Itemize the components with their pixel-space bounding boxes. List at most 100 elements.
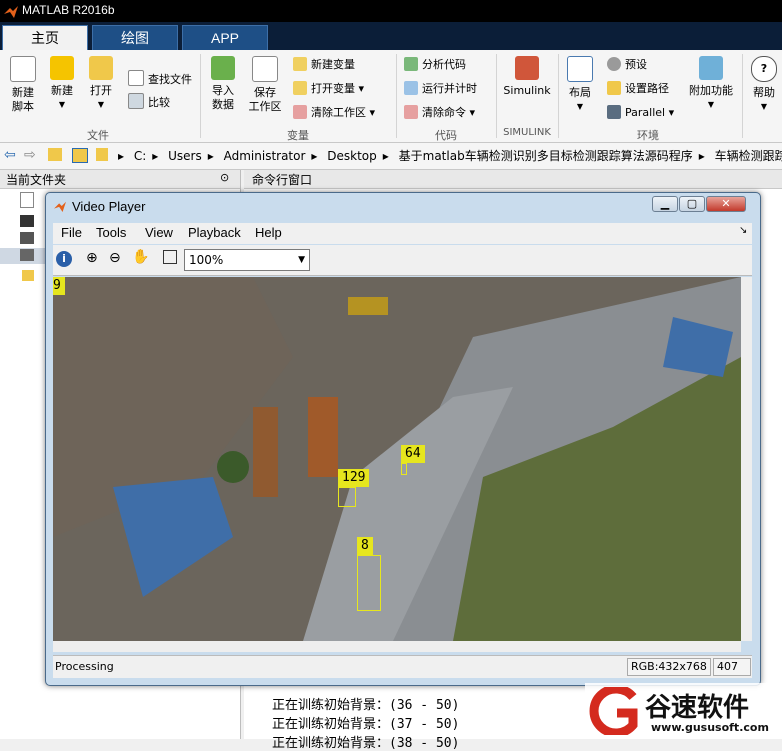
file-icon[interactable] <box>20 192 34 208</box>
breadcrumb-item[interactable]: Desktop <box>327 149 377 163</box>
breadcrumb-item[interactable]: Users <box>168 149 202 163</box>
pane-menu-icon[interactable]: ⊙ <box>220 171 229 184</box>
open-variable-button[interactable]: 打开变量 ▾ <box>293 80 364 98</box>
set-path-label: 设置路径 <box>625 82 669 95</box>
command-output-line: 正在训练初始背景：(37 - 50) <box>272 717 460 732</box>
breadcrumb-item[interactable]: 基于matlab车辆检测识别多目标检测跟踪算法源码程序 <box>399 149 693 163</box>
breadcrumb-item[interactable]: Administrator <box>224 149 306 163</box>
clear-workspace-icon <box>293 105 307 119</box>
import-data-button[interactable]: 导入 数据 <box>206 56 240 112</box>
video-player-menubar: File Tools View Playback Help ↘ <box>53 223 752 244</box>
image-file-icon <box>20 249 34 261</box>
dock-icon[interactable]: ↘ <box>739 225 747 236</box>
new-script-icon <box>10 56 36 82</box>
help-button[interactable]: ? 帮助 ▼ <box>748 56 780 114</box>
pan-hand-icon[interactable]: ✋ <box>132 249 149 265</box>
ribbon-toolbar: 新建 脚本 新建 ▼ 打开 ▼ 查找文件 比较 文件 导入 数据 保存 工作区 … <box>0 50 782 143</box>
run-and-time-label: 运行并计时 <box>422 82 477 95</box>
menu-file[interactable]: File <box>61 225 82 240</box>
section-code-label: 代码 <box>435 129 457 142</box>
parallel-button[interactable]: Parallel ▾ <box>607 104 674 122</box>
folder-icon[interactable] <box>22 270 34 281</box>
matlab-logo-icon <box>54 200 66 212</box>
new-button[interactable]: 新建 ▼ <box>46 56 78 112</box>
horizontal-scrollbar[interactable] <box>53 641 741 652</box>
run-and-time-button[interactable]: 运行并计时 <box>404 80 477 98</box>
save-workspace-button[interactable]: 保存 工作区 <box>246 56 284 114</box>
import-data-icon <box>211 56 235 80</box>
fit-to-window-icon[interactable] <box>163 250 177 264</box>
track-label: 9 <box>53 277 65 295</box>
gususoft-logo-icon <box>589 687 638 735</box>
analyze-code-button[interactable]: 分析代码 <box>404 56 466 74</box>
info-icon[interactable]: i <box>56 251 72 267</box>
minimize-button[interactable]: ▁ <box>652 196 678 212</box>
layout-button[interactable]: 布局 ▼ <box>564 56 596 114</box>
clear-workspace-button[interactable]: 清除工作区 ▾ <box>293 104 375 122</box>
track-label: 129 <box>338 469 370 487</box>
simulink-button[interactable]: Simulink <box>502 56 552 98</box>
tab-plots[interactable]: 绘图 <box>92 25 178 50</box>
help-icon: ? <box>751 56 777 82</box>
new-variable-button[interactable]: 新建变量 <box>293 56 355 74</box>
track-box <box>357 555 381 611</box>
new-variable-label: 新建变量 <box>311 58 355 71</box>
up-folder-icon[interactable] <box>48 148 62 161</box>
close-button[interactable]: ✕ <box>706 196 746 212</box>
simulink-icon <box>515 56 539 80</box>
tab-apps[interactable]: APP <box>182 25 268 50</box>
new-script-button[interactable]: 新建 脚本 <box>6 56 40 114</box>
simulink-label: Simulink <box>503 84 551 97</box>
set-path-icon <box>607 81 621 95</box>
menu-view[interactable]: View <box>145 225 173 240</box>
mp4-file-icon[interactable] <box>20 232 34 244</box>
breadcrumb-item[interactable]: 车辆检测跟踪 <box>715 149 782 163</box>
track-box <box>338 487 356 507</box>
menu-playback[interactable]: Playback <box>188 225 241 240</box>
aerial-road-image <box>53 277 741 641</box>
ribbon-divider <box>742 54 743 138</box>
compare-label: 比较 <box>148 96 170 109</box>
tab-home[interactable]: 主页 <box>2 25 88 50</box>
section-variable-label: 变量 <box>287 129 309 142</box>
forward-arrow-icon[interactable]: ⇨ <box>24 147 36 163</box>
vertical-scrollbar[interactable] <box>741 277 752 641</box>
back-arrow-icon[interactable]: ⇦ <box>4 147 16 163</box>
set-path-button[interactable]: 设置路径 <box>607 80 669 98</box>
current-folder-title: 当前文件夹 <box>6 173 67 187</box>
zoom-out-icon[interactable]: ⊖ <box>109 250 121 266</box>
layout-label: 布局 <box>569 86 591 99</box>
open-button[interactable]: 打开 ▼ <box>84 56 118 112</box>
ribbon-divider <box>200 54 201 138</box>
zoom-in-icon[interactable]: ⊕ <box>86 250 98 266</box>
preferences-label: 预设 <box>625 58 647 71</box>
track-label: 64 <box>401 445 425 463</box>
video-player-window[interactable]: Video Player ▁ ▢ ✕ File Tools View Playb… <box>45 192 761 686</box>
find-files-icon <box>128 70 144 86</box>
preferences-button[interactable]: 预设 <box>607 56 647 74</box>
new-script-label: 新建 脚本 <box>12 86 34 113</box>
matlab-logo-icon <box>4 6 18 18</box>
video-player-statusbar: Processing RGB:432x768 407 <box>53 655 752 678</box>
open-variable-label: 打开变量 <box>311 82 355 95</box>
find-files-button[interactable]: 查找文件 <box>128 70 192 88</box>
save-workspace-icon <box>252 56 278 82</box>
browse-folder-icon[interactable] <box>72 148 88 163</box>
compare-button[interactable]: 比较 <box>128 93 170 111</box>
clear-commands-button[interactable]: 清除命令 ▾ <box>404 104 475 122</box>
parallel-icon <box>607 105 621 119</box>
addons-button[interactable]: 附加功能 ▼ <box>686 56 736 112</box>
track-label: 8 <box>357 537 373 555</box>
watermark-brand: 谷速软件 <box>645 693 750 723</box>
folder-open-icon <box>89 56 113 80</box>
video-file-icon[interactable] <box>20 215 34 227</box>
open-variable-icon <box>293 81 307 95</box>
zoom-select[interactable]: 100% ▼ <box>184 249 310 271</box>
menu-tools[interactable]: Tools <box>96 225 126 240</box>
title-bar: MATLAB R2016b <box>0 0 782 22</box>
section-environment-label: 环境 <box>637 129 659 142</box>
menu-help[interactable]: Help <box>255 225 282 240</box>
parallel-label: Parallel <box>625 106 666 119</box>
maximize-button[interactable]: ▢ <box>679 196 705 212</box>
breadcrumb-item[interactable]: C: <box>134 149 146 163</box>
